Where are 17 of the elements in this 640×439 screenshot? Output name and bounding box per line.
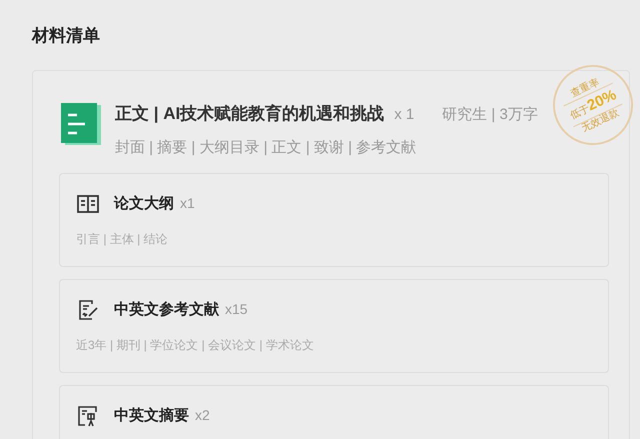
document-icon — [61, 103, 103, 145]
item-title: 中英文参考文献 — [114, 300, 219, 320]
translate-document-icon — [76, 404, 100, 428]
document-pen-icon — [76, 298, 100, 322]
quantity: x15 — [225, 300, 248, 319]
item-title: 论文大纲 — [114, 194, 174, 214]
level-info: 研究生 | 3万字 — [442, 105, 538, 125]
section-title: 材料清单 — [32, 25, 101, 47]
item-title: 中英文摘要 — [114, 406, 189, 426]
item-tags: 引言 | 主体 | 结论 — [76, 230, 592, 248]
quantity: x1 — [180, 194, 195, 213]
quantity: x2 — [195, 406, 210, 425]
open-book-icon — [76, 192, 100, 216]
item-tags: 近3年 | 期刊 | 学位论文 | 会议论文 | 学术论文 — [76, 336, 592, 354]
main-title: 正文 | AI技术赋能教育的机遇和挑战 — [115, 103, 384, 125]
quantity: x 1 — [394, 105, 414, 125]
contents-list: 封面 | 摘要 | 大纲目录 | 正文 | 致谢 | 参考文献 — [115, 136, 538, 159]
